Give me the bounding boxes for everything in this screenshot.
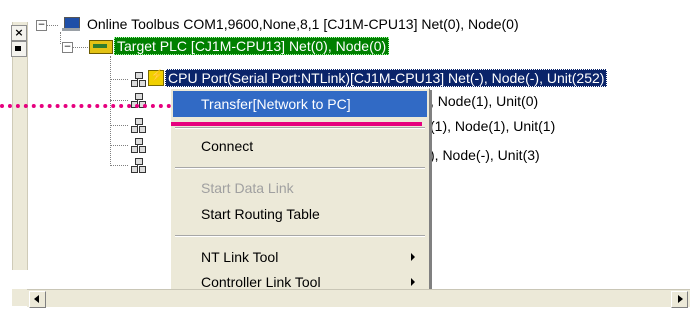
tree-node-label: Online Toolbus COM1,9600,None,8,1 [CJ1M-…	[87, 16, 519, 32]
menu-item-label: Controller Link Tool	[201, 274, 321, 290]
serial-port-icon	[148, 69, 164, 86]
tree-connector	[60, 32, 61, 44]
submenu-arrow-icon	[411, 253, 415, 261]
tree-connector	[110, 125, 128, 126]
network-node-icon	[131, 72, 146, 87]
tree-connector	[72, 47, 88, 48]
context-menu: Transfer[Network to PC] Connect Start Da…	[170, 88, 430, 300]
tree-node-label: ), Node(-), Unit(3)	[430, 147, 540, 163]
menu-item-label: Start Routing Table	[201, 206, 320, 222]
tree-connector	[110, 100, 128, 101]
left-scroll-strip[interactable]	[12, 22, 28, 270]
tree-node-label: CPU Port(Serial Port:NTLink)[CJ1M-CPU13]…	[165, 69, 608, 87]
close-icon[interactable]: ×	[11, 25, 27, 41]
scroll-left-arrow-icon[interactable]	[29, 291, 46, 308]
plc-icon	[89, 39, 113, 54]
tree-connector	[46, 25, 58, 26]
tree-node-label: , Node(1), Unit(0)	[430, 93, 539, 109]
menu-item-nt-link-tool[interactable]: NT Link Tool	[173, 244, 427, 270]
tree-connector	[110, 56, 111, 166]
menu-item-start-routing-table[interactable]: Start Routing Table	[173, 201, 427, 227]
horizontal-scrollbar[interactable]	[27, 289, 690, 308]
annotation-underline	[171, 122, 422, 126]
computer-icon	[62, 17, 80, 31]
menu-item-start-data-link: Start Data Link	[173, 175, 427, 201]
scroll-right-arrow-icon[interactable]	[671, 291, 688, 308]
tree-node-network[interactable]: ), Node(-), Unit(3)	[430, 146, 540, 164]
menu-separator	[175, 235, 425, 237]
menu-item-label: Start Data Link	[201, 180, 294, 196]
tree-connector	[110, 79, 128, 80]
menu-separator	[175, 127, 425, 129]
submenu-arrow-icon	[411, 278, 415, 286]
tree-node-target-plc[interactable]: Target PLC [CJ1M-CPU13] Net(0), Node(0)	[114, 37, 390, 55]
menu-item-label: Connect	[201, 138, 254, 154]
pin-icon[interactable]	[11, 41, 27, 57]
menu-item-label: NT Link Tool	[201, 249, 279, 265]
menu-item-label: Transfer[Network to PC]	[201, 96, 351, 112]
tree-connector	[110, 165, 128, 166]
menu-item-transfer-network-to-pc[interactable]: Transfer[Network to PC]	[173, 91, 427, 117]
tree-node-label: (1), Node(1), Unit(1)	[430, 118, 556, 134]
menu-separator	[175, 167, 425, 169]
scrollbar-corner	[12, 289, 27, 306]
network-node-icon	[131, 138, 146, 153]
network-configuration-window: × − Online Toolbus COM1,9600,None,8,1 [C…	[0, 0, 691, 313]
annotation-dotted-pointer	[0, 104, 171, 108]
tree-node-label: Target PLC [CJ1M-CPU13] Net(0), Node(0)	[114, 37, 390, 55]
tree-node-network[interactable]: , Node(1), Unit(0)	[430, 92, 538, 110]
collapse-toggle-plc[interactable]: −	[62, 42, 73, 53]
tree-connector	[110, 145, 128, 146]
tree-node-network[interactable]: (1), Node(1), Unit(1)	[430, 117, 555, 135]
tree-node-online-toolbus[interactable]: Online Toolbus COM1,9600,None,8,1 [CJ1M-…	[85, 15, 521, 33]
tree-node-cpu-port[interactable]: CPU Port(Serial Port:NTLink)[CJ1M-CPU13]…	[165, 69, 608, 87]
network-node-icon	[131, 118, 146, 133]
network-node-icon	[131, 158, 146, 173]
menu-item-connect[interactable]: Connect	[173, 133, 427, 159]
collapse-toggle-root[interactable]: −	[36, 20, 47, 31]
